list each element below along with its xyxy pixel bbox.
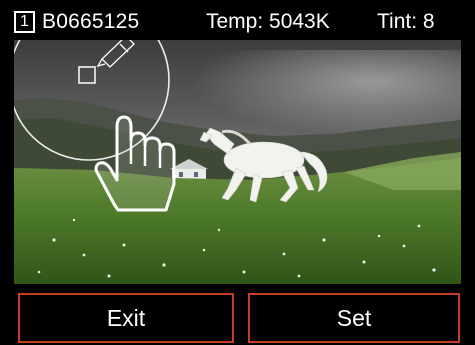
- photo-preview[interactable]: [14, 40, 461, 284]
- file-name: B0665125: [42, 10, 140, 33]
- tint-readout: Tint: 8: [377, 10, 435, 33]
- memory-card-badge: 1: [14, 11, 35, 33]
- set-button[interactable]: Set: [248, 293, 460, 343]
- exit-button[interactable]: Exit: [18, 293, 234, 343]
- photo-canvas: [14, 40, 461, 284]
- status-header: 1 B0665125 Temp: 5043K Tint: 8: [0, 0, 475, 40]
- color-temperature-readout: Temp: 5043K: [206, 10, 330, 33]
